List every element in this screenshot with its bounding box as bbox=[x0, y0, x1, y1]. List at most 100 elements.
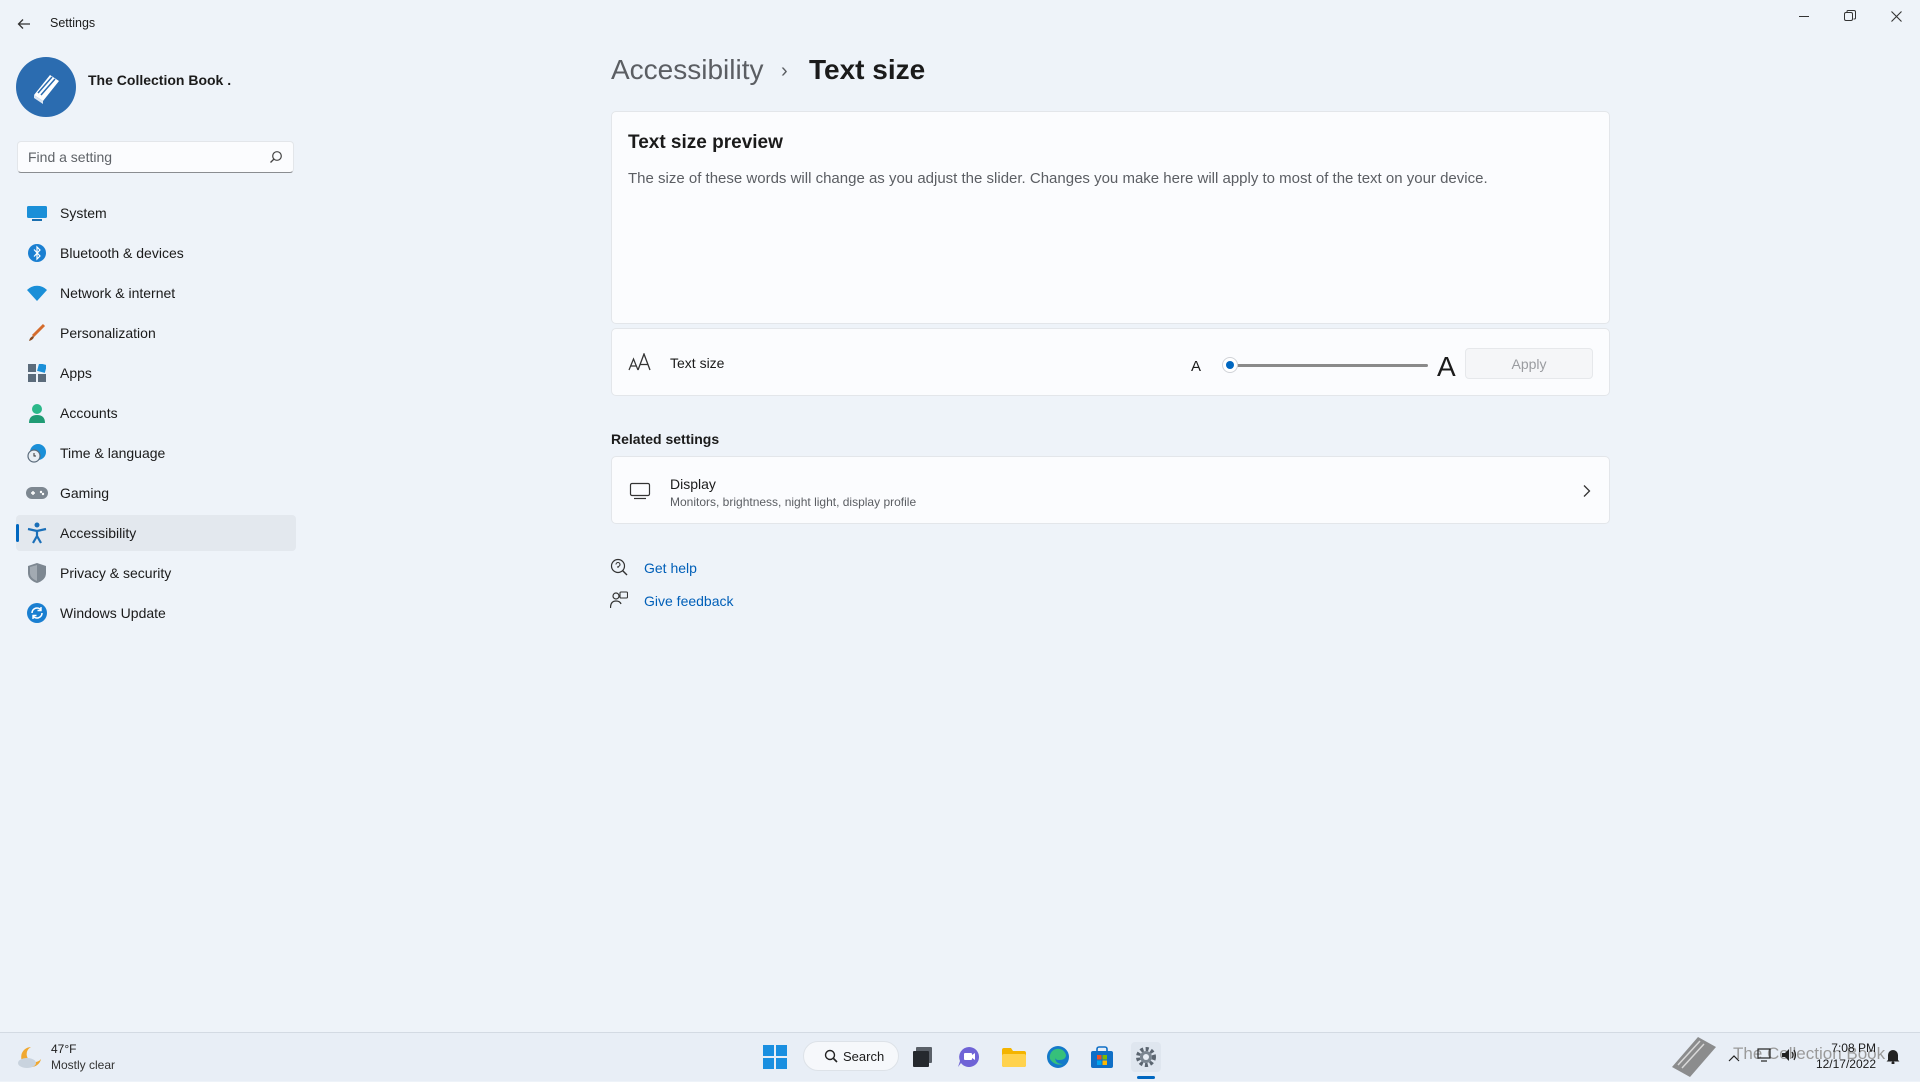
app-title: Settings bbox=[50, 16, 96, 30]
minimize-icon bbox=[1798, 15, 1809, 17]
text-size-slider-track[interactable] bbox=[1230, 364, 1428, 367]
weather-temp: 47°F bbox=[51, 1042, 77, 1056]
preview-text: The size of these words will change as y… bbox=[628, 170, 1488, 187]
weather-widget[interactable]: 47°F Mostly clear bbox=[14, 1041, 154, 1075]
restore-icon bbox=[1844, 10, 1856, 21]
sidebar-item-label: Gaming bbox=[60, 485, 110, 501]
text-size-label: Text size bbox=[670, 355, 725, 371]
search-box[interactable] bbox=[17, 141, 294, 173]
watermark-book-icon bbox=[1668, 1033, 1720, 1082]
edge-button[interactable] bbox=[1043, 1042, 1073, 1072]
avatar[interactable] bbox=[16, 57, 76, 117]
person-icon bbox=[26, 402, 48, 424]
settings-taskbar-button[interactable] bbox=[1131, 1042, 1161, 1072]
slider-max-glyph: A bbox=[1437, 351, 1456, 382]
text-size-slider-thumb[interactable] bbox=[1222, 357, 1238, 373]
task-view-button[interactable] bbox=[909, 1042, 939, 1072]
task-view-icon bbox=[913, 1047, 932, 1067]
title-bar bbox=[0, 0, 1920, 46]
slider-thumb-core bbox=[1226, 361, 1234, 369]
close-button[interactable] bbox=[1873, 0, 1919, 32]
folder-icon bbox=[1002, 1048, 1026, 1067]
accessibility-icon bbox=[26, 522, 48, 544]
back-button[interactable] bbox=[12, 12, 36, 36]
sidebar-item-windows-update[interactable]: Windows Update bbox=[16, 595, 296, 631]
bluetooth-icon bbox=[26, 242, 48, 264]
close-icon bbox=[1890, 10, 1902, 22]
wifi-icon bbox=[26, 282, 48, 304]
sidebar-item-bluetooth[interactable]: Bluetooth & devices bbox=[16, 235, 296, 271]
sidebar-item-time-language[interactable]: Time & language bbox=[16, 435, 296, 471]
sidebar-item-label: Network & internet bbox=[60, 285, 176, 301]
chat-button[interactable] bbox=[954, 1042, 984, 1072]
preview-title: Text size preview bbox=[628, 132, 783, 153]
file-explorer-button[interactable] bbox=[999, 1042, 1029, 1072]
active-indicator bbox=[16, 524, 19, 542]
sidebar-item-label: Accessibility bbox=[60, 525, 137, 541]
notification-bell-icon[interactable] bbox=[1886, 1048, 1900, 1069]
clock-time[interactable]: 7:08 PM bbox=[1814, 1041, 1876, 1055]
start-button[interactable] bbox=[760, 1042, 790, 1072]
slider-min-glyph: A bbox=[1191, 358, 1202, 375]
book-logo-icon bbox=[34, 75, 59, 104]
profile-name: The Collection Book . bbox=[88, 72, 232, 88]
sidebar-item-accounts[interactable]: Accounts bbox=[16, 395, 296, 431]
apply-button[interactable]: Apply bbox=[1465, 348, 1593, 379]
clock-globe-icon bbox=[26, 442, 48, 464]
get-help-link[interactable]: Get help bbox=[644, 560, 697, 576]
edge-browser-icon bbox=[1047, 1046, 1069, 1068]
breadcrumb-separator: › bbox=[781, 60, 788, 82]
display-icon bbox=[629, 482, 651, 505]
restore-button[interactable] bbox=[1827, 0, 1873, 32]
sidebar-item-gaming[interactable]: Gaming bbox=[16, 475, 296, 511]
weather-desc: Mostly clear bbox=[51, 1058, 116, 1072]
sidebar-item-personalization[interactable]: Personalization bbox=[16, 315, 296, 351]
sidebar-item-label: Accounts bbox=[60, 405, 118, 421]
give-feedback-link[interactable]: Give feedback bbox=[644, 593, 734, 609]
monitor-icon bbox=[26, 202, 48, 224]
display-subtitle: Monitors, brightness, night light, displ… bbox=[670, 495, 917, 509]
sidebar-item-label: Windows Update bbox=[60, 605, 166, 621]
search-icon bbox=[270, 151, 282, 163]
display-title: Display bbox=[670, 476, 716, 492]
brush-icon bbox=[26, 322, 48, 344]
sidebar-item-label: Privacy & security bbox=[60, 565, 172, 581]
display-settings-link[interactable]: Display Monitors, brightness, night ligh… bbox=[611, 456, 1610, 524]
windows-logo-icon bbox=[763, 1045, 787, 1069]
chat-camera-icon bbox=[958, 1047, 979, 1067]
volume-icon[interactable] bbox=[1781, 1048, 1799, 1067]
text-size-row: Text size bbox=[611, 328, 1610, 396]
gear-icon bbox=[1136, 1047, 1156, 1067]
get-help-icon bbox=[610, 558, 628, 581]
chevron-right-icon bbox=[1582, 484, 1592, 503]
network-tray-icon[interactable] bbox=[1757, 1048, 1773, 1067]
taskbar-search-label: Search bbox=[843, 1048, 885, 1064]
active-app-indicator bbox=[1137, 1076, 1155, 1079]
search-input[interactable] bbox=[18, 142, 278, 172]
clock-date[interactable]: 12/17/2022 bbox=[1806, 1057, 1876, 1071]
shield-icon bbox=[26, 562, 48, 584]
related-settings-heading: Related settings bbox=[611, 431, 720, 447]
back-arrow-icon bbox=[17, 19, 30, 29]
feedback-icon bbox=[609, 591, 629, 614]
sidebar-item-system[interactable]: System bbox=[16, 195, 296, 231]
sidebar-item-label: Time & language bbox=[60, 445, 166, 461]
search-icon bbox=[824, 1049, 838, 1063]
store-bag-icon bbox=[1091, 1046, 1113, 1068]
update-icon bbox=[26, 602, 48, 624]
sidebar-item-privacy[interactable]: Privacy & security bbox=[16, 555, 296, 591]
taskbar-search-button[interactable]: Search bbox=[803, 1041, 899, 1071]
sidebar-item-network[interactable]: Network & internet bbox=[16, 275, 296, 311]
breadcrumb-parent[interactable]: Accessibility bbox=[611, 54, 763, 86]
sidebar-item-label: System bbox=[60, 205, 107, 221]
sidebar-item-label: Personalization bbox=[60, 325, 156, 341]
font-size-icon bbox=[628, 352, 652, 376]
text-size-preview-card: Text size preview The size of these word… bbox=[611, 111, 1610, 324]
page-title: Text size bbox=[809, 54, 926, 85]
sidebar-item-accessibility[interactable]: Accessibility bbox=[16, 515, 296, 551]
store-button[interactable] bbox=[1087, 1042, 1117, 1072]
chevron-up-icon[interactable] bbox=[1728, 1049, 1740, 1067]
sidebar-item-apps[interactable]: Apps bbox=[16, 355, 296, 391]
apps-icon bbox=[26, 362, 48, 384]
minimize-button[interactable] bbox=[1781, 0, 1827, 32]
